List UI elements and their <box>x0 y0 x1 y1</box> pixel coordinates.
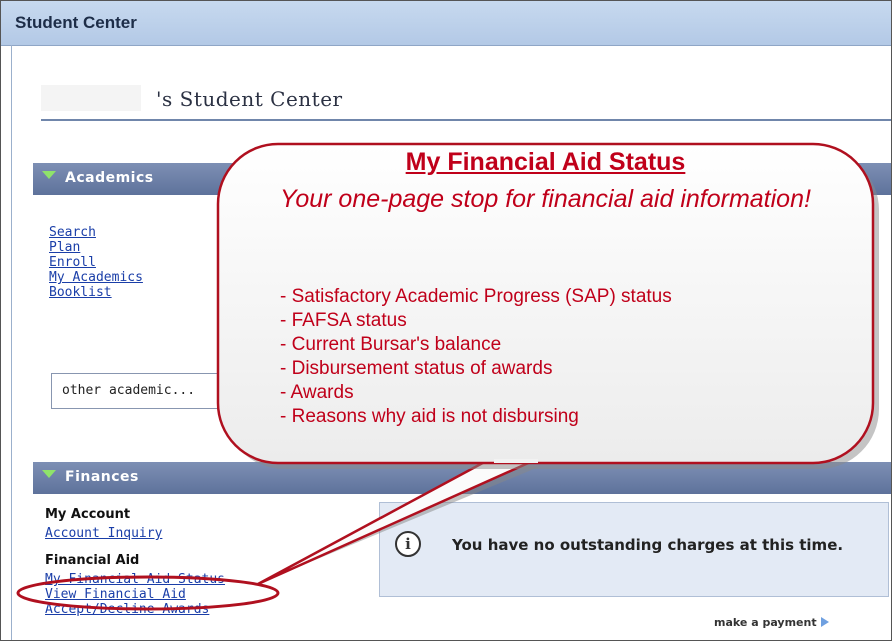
triangle-down-icon[interactable] <box>42 171 56 179</box>
window-title: Student Center <box>15 13 137 32</box>
finances-header-label: Finances <box>65 469 139 485</box>
page-title: 's Student Center <box>156 87 343 111</box>
info-icon: i <box>395 531 421 557</box>
redacted-student-name <box>41 85 141 111</box>
search-link[interactable]: Search <box>49 225 143 240</box>
other-academic-select[interactable]: other academic... <box>51 373 233 409</box>
my-account-heading: My Account <box>45 507 131 522</box>
my-academics-link[interactable]: My Academics <box>49 270 143 285</box>
account-inquiry-link[interactable]: Account Inquiry <box>45 525 225 543</box>
enroll-link[interactable]: Enroll <box>49 255 143 270</box>
callout-list-item: - Current Bursar's balance <box>280 334 502 355</box>
academics-links: Search Plan Enroll My Academics Booklist <box>49 225 143 300</box>
callout-list-item: - Disbursement status of awards <box>280 358 553 379</box>
title-divider <box>41 119 891 121</box>
accept-decline-awards-link[interactable]: Accept/Decline Awards <box>45 601 225 619</box>
make-payment-link[interactable]: make a payment <box>714 616 829 629</box>
arrow-right-icon <box>820 617 829 627</box>
notice-message: You have no outstanding charges at this … <box>452 536 844 554</box>
make-payment-label: make a payment <box>714 616 817 629</box>
callout-list: - Satisfactory Academic Progress (SAP) s… <box>280 285 672 429</box>
callout: My Financial Aid Status Your one-page st… <box>218 144 873 469</box>
callout-title: My Financial Aid Status <box>405 148 686 176</box>
callout-list-item: - Reasons why aid is not disbursing <box>280 406 579 427</box>
title-bar: Student Center <box>1 1 891 46</box>
plan-link[interactable]: Plan <box>49 240 143 255</box>
callout-subtitle: Your one-page stop for financial aid inf… <box>280 185 811 213</box>
academics-header-label: Academics <box>65 170 154 186</box>
other-academic-select-value: other academic... <box>62 383 196 398</box>
booklist-link[interactable]: Booklist <box>49 285 143 300</box>
callout-list-item: - FAFSA status <box>280 310 407 331</box>
callout-list-item: - Satisfactory Academic Progress (SAP) s… <box>280 286 672 307</box>
charges-notice: i You have no outstanding charges at thi… <box>379 502 889 597</box>
callout-list-item: - Awards <box>280 382 354 403</box>
financial-aid-heading: Financial Aid <box>45 553 140 568</box>
triangle-down-icon[interactable] <box>42 470 56 478</box>
finances-links: My Account Account Inquiry Financial Aid… <box>45 505 225 619</box>
